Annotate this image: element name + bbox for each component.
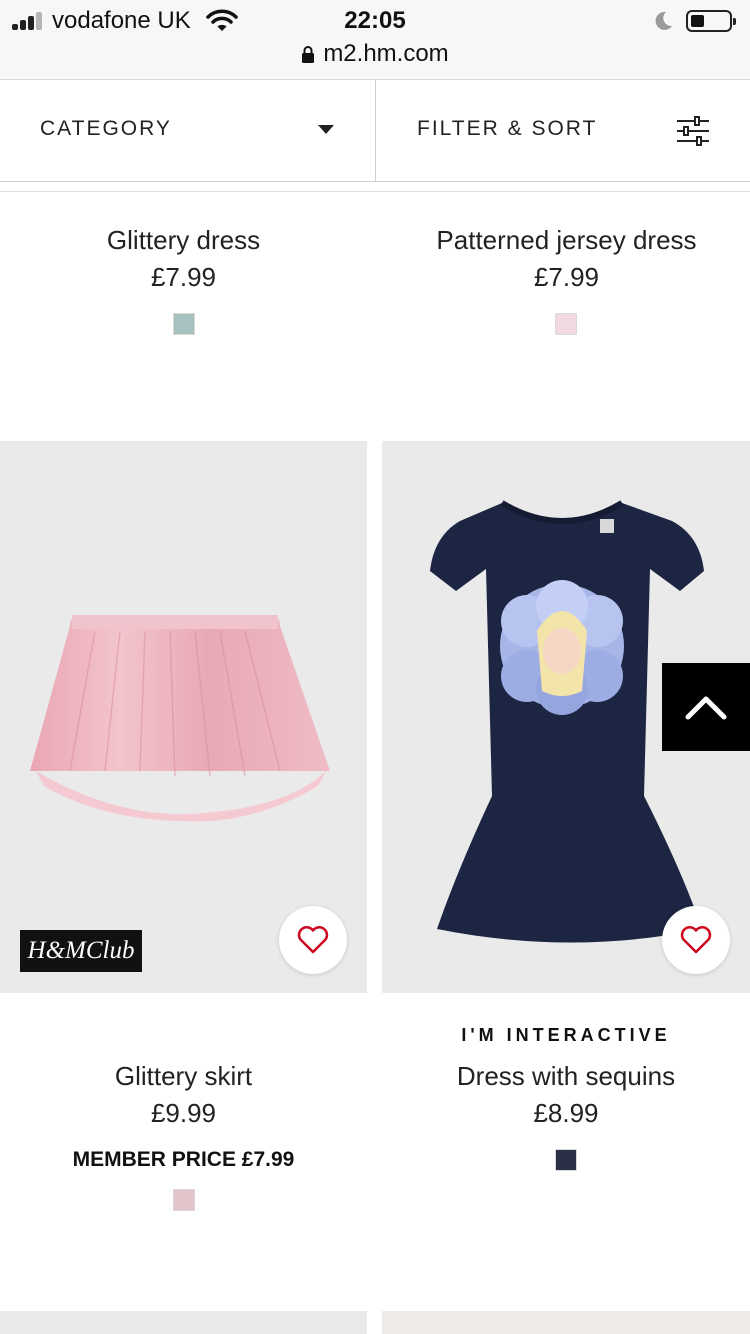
product-price: £8.99	[533, 1098, 599, 1128]
product-name: Dress with sequins	[456, 1061, 676, 1091]
heart-icon	[680, 926, 712, 954]
back-to-top-button[interactable]	[662, 663, 750, 751]
product-name: Glittery dress	[106, 225, 261, 255]
moon-icon	[655, 11, 672, 30]
clock: 22:05	[344, 7, 406, 34]
product-price: £7.99	[533, 262, 600, 292]
hm-club-badge: H&MClub	[20, 930, 142, 972]
battery-icon	[686, 10, 736, 32]
product-card-patterned-jersey-dress[interactable]: Patterned jersey dress £7.99	[383, 192, 750, 432]
next-product-image[interactable]	[0, 1311, 367, 1334]
member-price: MEMBER PRICE £7.99	[72, 1148, 295, 1171]
category-dropdown[interactable]: CATEGORY	[0, 80, 375, 182]
filter-sort-label: FILTER & SORT	[417, 117, 598, 140]
filter-sort-button[interactable]: FILTER & SORT	[376, 80, 750, 182]
product-name: Patterned jersey dress	[436, 225, 697, 255]
sliders-icon	[677, 116, 709, 146]
url-bar[interactable]: m2.hm.com	[0, 40, 750, 68]
interactive-marker: I'M INTERACTIVE	[461, 1025, 671, 1045]
favorite-button[interactable]	[279, 906, 347, 974]
url-text: m2.hm.com	[323, 40, 449, 67]
product-image-glittery-skirt[interactable]: H&MClub	[0, 441, 367, 993]
product-card-dress-with-sequins[interactable]: I'M INTERACTIVE Dress with sequins £8.99	[382, 993, 750, 1293]
sequin-patch	[500, 580, 624, 715]
lock-icon	[302, 46, 315, 63]
product-name: Glittery skirt	[114, 1061, 253, 1091]
color-swatch[interactable]	[173, 313, 195, 335]
color-swatch[interactable]	[555, 1149, 577, 1171]
color-swatch[interactable]	[555, 313, 577, 335]
chevron-up-icon	[685, 696, 727, 720]
product-price: £7.99	[150, 262, 217, 292]
status-bar: vodafone UK 22:05 m2.hm.com	[0, 0, 750, 80]
favorite-button[interactable]	[662, 906, 730, 974]
product-card-glittery-dress[interactable]: Glittery dress £7.99	[0, 192, 367, 432]
filter-bar: CATEGORY FILTER & SORT	[0, 80, 750, 182]
heart-icon	[297, 926, 329, 954]
category-label: CATEGORY	[40, 117, 172, 140]
chevron-down-icon	[318, 125, 334, 134]
next-product-image[interactable]	[382, 1311, 750, 1334]
product-price: £9.99	[150, 1098, 217, 1128]
product-card-glittery-skirt[interactable]: Glittery skirt £9.99 MEMBER PRICE £7.99	[0, 993, 367, 1293]
color-swatch[interactable]	[173, 1189, 195, 1211]
